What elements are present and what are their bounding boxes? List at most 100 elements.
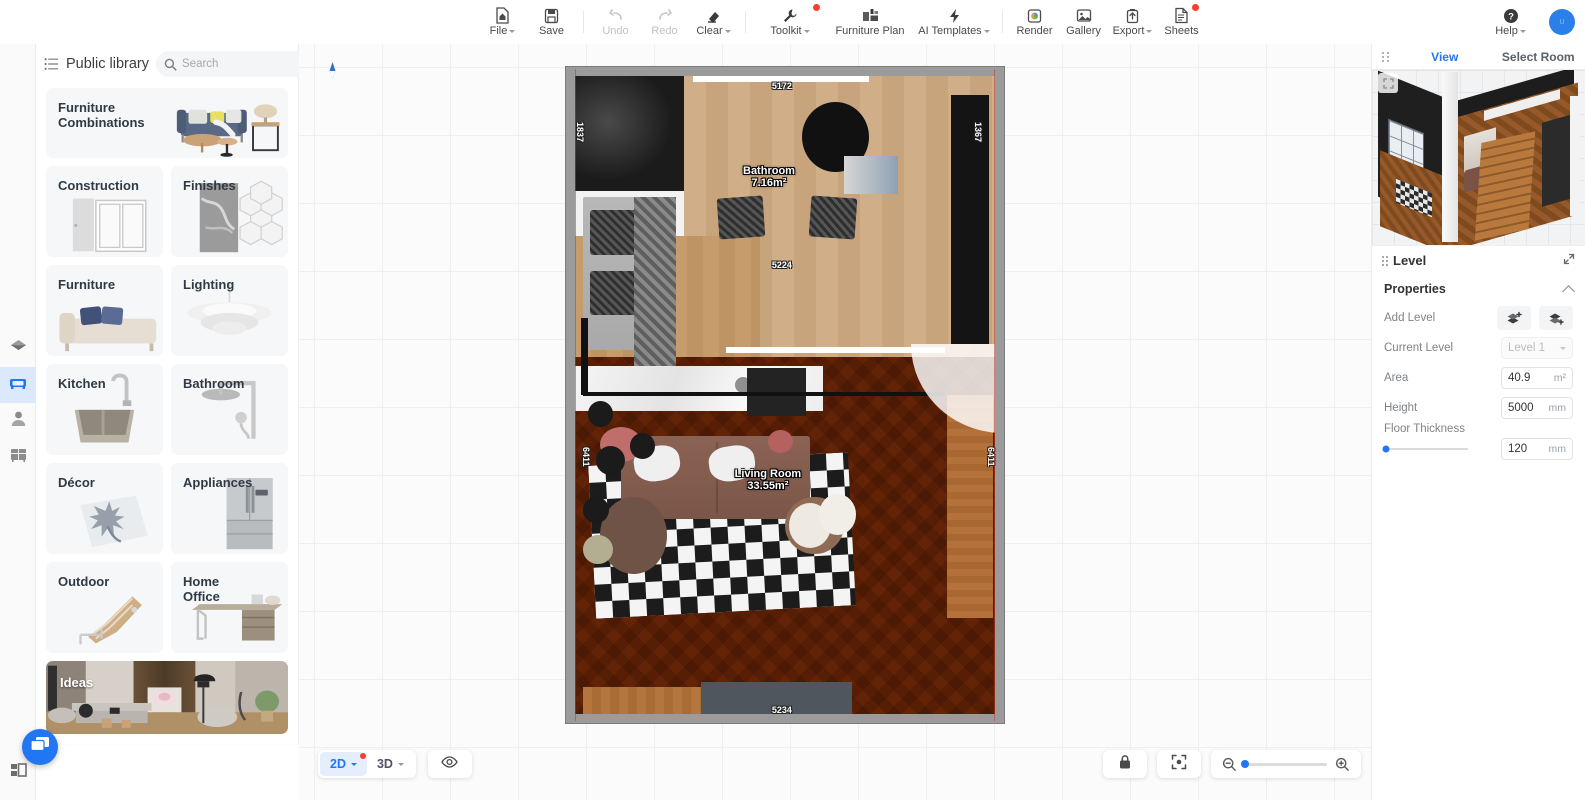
toolbar-group-edit: Undo Redo Clear xyxy=(591,0,738,44)
fit-to-screen-button[interactable] xyxy=(1157,750,1201,778)
height-value: 5000 xyxy=(1508,402,1534,414)
toolbar-toolkit-button[interactable]: Toolkit xyxy=(753,0,827,44)
cabinet-icon xyxy=(9,445,28,469)
rail-item-cabinet[interactable] xyxy=(0,439,36,475)
dimension-label[interactable]: 5234 xyxy=(772,705,792,715)
zoom-slider-group xyxy=(1211,750,1361,778)
toolbar-clear-button[interactable]: Clear xyxy=(689,0,738,44)
room-label-bathroom: Bathroom 7.16m² xyxy=(743,165,795,189)
row-height: Height 5000 mm xyxy=(1372,393,1585,423)
category-ideas[interactable]: Ideas xyxy=(46,660,288,734)
category-row: Construction Finishes xyxy=(46,165,288,257)
properties-section-header[interactable]: Properties xyxy=(1372,275,1585,303)
wall-segment[interactable] xyxy=(583,391,945,397)
mode-2d-label: 2D xyxy=(330,757,346,771)
desk-items[interactable] xyxy=(843,155,899,195)
preview-corner-wall xyxy=(1570,96,1580,216)
zoom-out-icon[interactable] xyxy=(1222,757,1237,772)
toolbar-file-button[interactable]: File xyxy=(478,0,527,44)
floor-thickness-field[interactable]: 120 mm xyxy=(1501,438,1573,460)
level-drag-handle[interactable] xyxy=(1382,255,1388,266)
category-furniture-combinations[interactable]: Furniture Combinations xyxy=(46,88,288,158)
chat-button[interactable] xyxy=(22,729,58,765)
rail-item-furniture[interactable] xyxy=(0,367,36,403)
bolt-icon xyxy=(947,7,962,24)
list-icon[interactable] xyxy=(44,57,59,71)
category-decor[interactable]: Décor xyxy=(46,462,163,554)
lamp-shade[interactable] xyxy=(583,497,609,523)
pouf[interactable] xyxy=(583,535,613,565)
category-bathroom[interactable]: Bathroom xyxy=(171,363,288,455)
dimension-label[interactable]: 5172 xyxy=(772,81,792,91)
mode-2d-button[interactable]: 2D xyxy=(320,752,367,776)
mode-3d-label: 3D xyxy=(376,757,393,771)
floor-thickness-slider[interactable] xyxy=(1382,445,1468,453)
floor-plan-interior: Bathroom 7.16m² Living Room 33.55m² xyxy=(575,76,995,714)
tab-view[interactable]: View xyxy=(1398,44,1492,69)
room-name: Bathroom xyxy=(743,165,795,178)
panel-drag-handle[interactable] xyxy=(1372,44,1398,69)
help-button[interactable]: ? Help xyxy=(1486,0,1535,44)
toolbar-save-button[interactable]: Save xyxy=(527,0,576,44)
toolbar-export-button[interactable]: Export xyxy=(1108,0,1157,44)
category-outdoor[interactable]: Outdoor xyxy=(46,561,163,653)
3d-preview[interactable] xyxy=(1372,70,1585,245)
category-label: Ideas xyxy=(60,674,94,690)
mode-2d-badge xyxy=(359,753,366,759)
toolbar-gallery-button[interactable]: Gallery xyxy=(1059,0,1108,44)
toolbar-render-button[interactable]: Render xyxy=(1010,0,1059,44)
category-lighting[interactable]: Lighting xyxy=(171,264,288,356)
floor-lamp[interactable] xyxy=(587,401,613,427)
zoom-slider-knob[interactable] xyxy=(1241,760,1249,768)
rail-item-account[interactable] xyxy=(0,403,36,439)
rail-item-shapes[interactable] xyxy=(0,331,36,367)
dimension-label[interactable]: 5224 xyxy=(772,260,792,270)
view-mode-switch: 2D 3D xyxy=(318,750,416,778)
expand-icon[interactable] xyxy=(1563,252,1575,270)
avatar[interactable]: U xyxy=(1549,9,1575,35)
floor-cushion[interactable] xyxy=(716,195,766,241)
dimension-label[interactable]: 1837 xyxy=(575,122,585,142)
mode-3d-button[interactable]: 3D xyxy=(367,752,414,776)
zoom-in-icon[interactable] xyxy=(1335,757,1350,772)
dimension-label[interactable]: 1367 xyxy=(973,122,983,142)
category-construction[interactable]: Construction xyxy=(46,165,163,257)
toolbar-undo-button[interactable]: Undo xyxy=(591,0,640,44)
floor-plan-canvas[interactable]: Bathroom 7.16m² Living Room 33.55m² 5172… xyxy=(299,44,1371,800)
toolbar-divider xyxy=(1002,11,1003,33)
category-label: Construction xyxy=(58,177,139,193)
category-appliances[interactable]: Appliances xyxy=(171,462,288,554)
fullscreen-icon[interactable] xyxy=(1378,73,1398,93)
add-level-below-icon[interactable] xyxy=(1539,306,1573,330)
add-level-above-icon[interactable] xyxy=(1497,306,1531,330)
toolbar-ai-templates-button[interactable]: AI Templates xyxy=(913,0,995,44)
wall-segment[interactable] xyxy=(581,318,588,395)
category-kitchen[interactable]: Kitchen xyxy=(46,363,163,455)
toolbar-file-label: File xyxy=(489,25,508,37)
current-level-select[interactable]: Level 1 xyxy=(1501,337,1573,359)
floor-cushion[interactable] xyxy=(808,195,858,241)
svg-text:?: ? xyxy=(1508,11,1514,22)
area-field[interactable]: 40.9 m² xyxy=(1501,367,1573,389)
toolbar-redo-button[interactable]: Redo xyxy=(640,0,689,44)
blanket[interactable] xyxy=(633,197,676,389)
toolbar-furniture-plan-button[interactable]: Furniture Plan xyxy=(827,0,913,44)
floor-plan[interactable]: Bathroom 7.16m² Living Room 33.55m² 5172… xyxy=(565,66,1005,724)
floor-thickness-knob[interactable] xyxy=(1382,445,1390,453)
toolbar-sheets-button[interactable]: Sheets xyxy=(1157,0,1206,44)
visibility-button[interactable] xyxy=(427,750,472,778)
lock-button[interactable] xyxy=(1103,750,1147,778)
height-field[interactable]: 5000 mm xyxy=(1501,397,1573,419)
wardrobe[interactable] xyxy=(950,95,989,344)
lamp-shade[interactable] xyxy=(629,433,655,459)
category-furniture[interactable]: Furniture xyxy=(46,264,163,356)
tab-select-room[interactable]: Select Room xyxy=(1492,44,1585,69)
category-finishes[interactable]: Finishes xyxy=(171,165,288,257)
coffee-table[interactable] xyxy=(600,497,668,574)
zoom-slider[interactable] xyxy=(1241,760,1327,768)
area-value: 40.9 xyxy=(1508,372,1531,384)
category-home-office[interactable]: Home Office xyxy=(171,561,288,653)
dimension-label[interactable]: 6411 xyxy=(581,447,591,467)
gallery-icon xyxy=(1076,7,1092,24)
ideas-art xyxy=(46,660,288,734)
